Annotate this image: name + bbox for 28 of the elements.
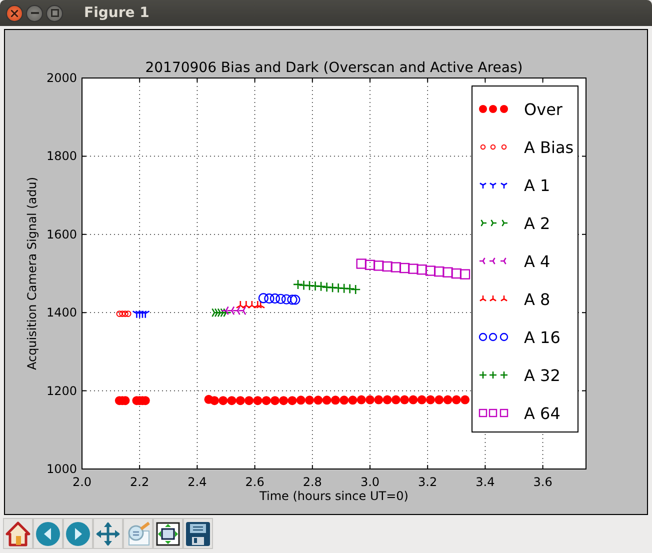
x-tick-label: 2.6 [245,475,264,489]
x-tick-label: 2.0 [72,475,92,489]
legend-label: A 4 [524,252,550,271]
legend-label: A 64 [524,404,560,423]
y-tick-label: 1000 [46,462,77,476]
x-tick-label: 2.2 [130,475,150,489]
y-tick-label: 1200 [46,384,77,398]
y-tick-label: 2000 [46,71,77,85]
legend-label: A 16 [524,328,560,347]
y-tick-label: 1800 [46,149,77,164]
legend-label: A 8 [524,290,550,309]
legend-label: A 32 [524,366,560,385]
x-tick-label: 2.4 [188,475,207,489]
y-axis-label: Acquisition Camera Signal (adu) [25,176,39,370]
legend-label: Over [524,100,562,119]
chart-title: 20170906 Bias and Dark (Overscan and Active Areas) [145,60,523,76]
y-tick-label: 1400 [46,306,77,320]
x-tick-label: 2.8 [302,475,322,489]
x-tick-label: 3.4 [476,475,495,489]
legend-label: A 2 [524,214,550,233]
x-tick-label: 3.6 [533,475,552,489]
x-axis-label: Time (hours since UT=0) [260,489,408,503]
legend-label: A 1 [524,176,550,195]
window-title: Figure 1 [84,5,150,21]
x-tick-label: 3.2 [418,475,438,489]
x-tick-label: 3.0 [360,475,380,489]
legend-label: A Bias [524,138,574,157]
y-tick-label: 1600 [46,227,77,242]
